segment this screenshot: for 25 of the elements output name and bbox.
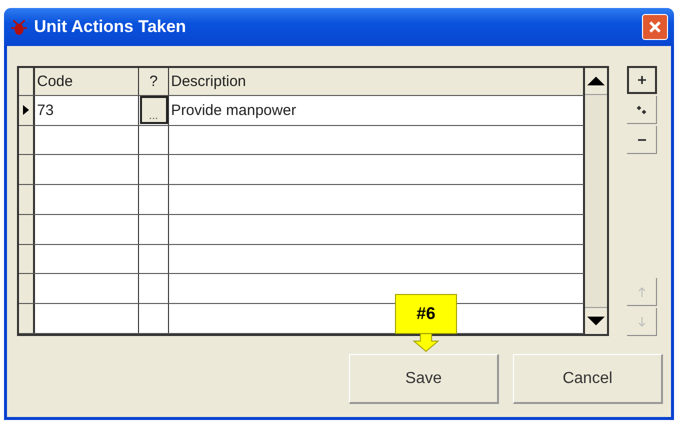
table-cell: Provide manpower <box>169 96 584 125</box>
column-header[interactable]: Description <box>169 68 584 95</box>
double-plus-icon[interactable] <box>636 104 648 116</box>
column-header[interactable]: Code <box>35 68 139 95</box>
bug-icon <box>10 18 28 36</box>
add-button[interactable] <box>627 66 657 94</box>
window-title: Unit Actions Taken <box>34 17 188 37</box>
table-cell <box>139 304 169 334</box>
dialog-button[interactable]: Save <box>349 354 499 404</box>
current-row-icon <box>23 105 29 116</box>
table-cell: 73 <box>35 96 139 125</box>
arrow-down-icon <box>412 333 440 353</box>
plus-icon[interactable] <box>636 74 648 86</box>
table-cell <box>139 155 169 184</box>
table-cell <box>139 244 169 274</box>
dialog-button[interactable]: Cancel <box>513 354 663 404</box>
lookup-button[interactable]: ... <box>140 96 168 124</box>
table-cell <box>139 185 169 214</box>
scrollbar[interactable] <box>584 68 607 334</box>
close-button[interactable] <box>642 14 668 40</box>
row-header[interactable] <box>19 126 35 154</box>
table-cell <box>139 274 169 304</box>
callout-label: #6 <box>395 294 457 334</box>
close-icon[interactable] <box>648 20 662 34</box>
table-cell <box>139 214 169 244</box>
